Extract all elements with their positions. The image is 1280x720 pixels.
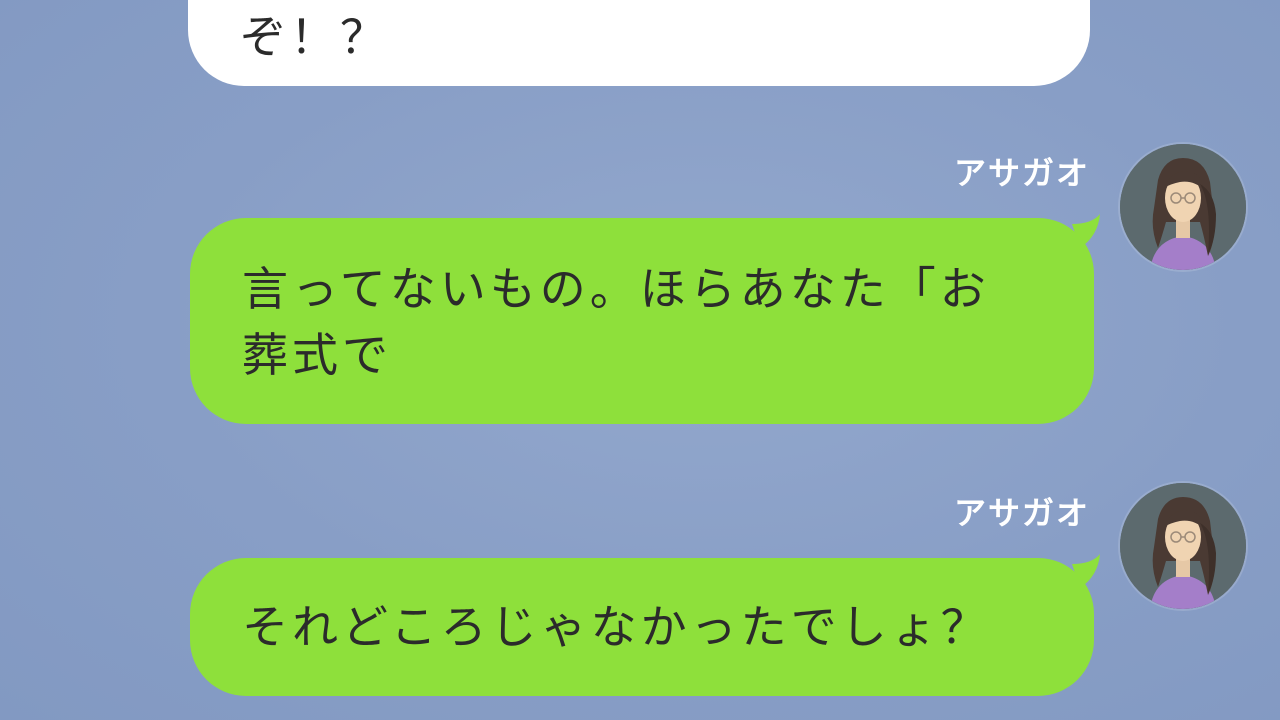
sender-name: アサガオ	[953, 154, 1090, 192]
message-text-line: それどころじゃなかったでしょ？	[242, 600, 991, 654]
message-text-line: 葬式で	[242, 328, 392, 382]
sender-avatar[interactable]	[1120, 144, 1246, 270]
message-text-line: 言ってないもの。ほらあなた「お	[242, 262, 990, 316]
outgoing-message-bubble[interactable]: それどころじゃなかったでしょ？	[190, 558, 1094, 696]
incoming-message-bubble[interactable]: ぞ！？	[188, 0, 1090, 86]
chat-area: ぞ！？ アサガオ 言ってないもの。ほらあなた「お 葬式で アサガオ それどころじ…	[0, 0, 1280, 720]
woman-with-glasses-avatar-icon	[1120, 483, 1246, 609]
woman-with-glasses-avatar-icon	[1120, 144, 1246, 270]
outgoing-message-bubble[interactable]: 言ってないもの。ほらあなた「お 葬式で	[190, 218, 1094, 424]
message-text-line: ぞ！？	[240, 10, 390, 64]
sender-name: アサガオ	[953, 494, 1090, 532]
sender-avatar[interactable]	[1120, 483, 1246, 609]
